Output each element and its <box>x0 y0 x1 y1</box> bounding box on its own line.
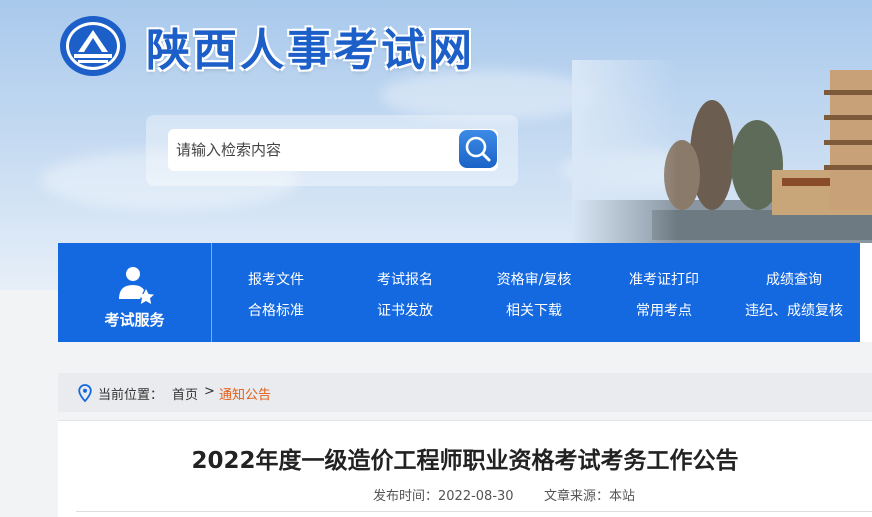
site-title: 陕西人事考试网 <box>146 25 475 76</box>
nav-link-violation-score-review[interactable]: 违纪、成绩复核 <box>745 300 843 320</box>
breadcrumb-separator: > <box>204 384 215 399</box>
nav-link-qualification-review[interactable]: 资格审/复核 <box>497 269 572 289</box>
exam-service-label: 考试服务 <box>104 311 165 329</box>
search-input[interactable] <box>168 129 498 171</box>
nav-link-application-documents[interactable]: 报考文件 <box>248 269 304 289</box>
location-pin-icon <box>78 384 92 402</box>
nav-link-admission-ticket-print[interactable]: 准考证打印 <box>629 269 699 289</box>
search-button[interactable] <box>459 130 497 168</box>
article-publish-time: 发布时间：2022-08-30 <box>373 489 514 504</box>
nav-link-exam-venues[interactable]: 常用考点 <box>636 300 692 320</box>
article-title: 2022年度一级造价工程师职业资格考试考务工作公告 <box>191 448 739 474</box>
exam-service-nav: 考试服务 报考文件 考试报名 资格审/复核 准考证打印 成绩查询 合格标准 证书… <box>58 243 872 342</box>
nav-link-score-query[interactable]: 成绩查询 <box>766 269 822 289</box>
divider <box>76 511 872 512</box>
nav-link-exam-registration[interactable]: 考试报名 <box>377 269 433 289</box>
article-source: 文章来源：本站 <box>544 489 636 504</box>
article-panel: 2022年度一级造价工程师职业资格考试考务工作公告 发布时间：2022-08-3… <box>58 420 872 517</box>
nav-link-related-downloads[interactable]: 相关下载 <box>506 300 562 320</box>
search-icon <box>465 136 491 162</box>
breadcrumb-current-link[interactable]: 通知公告 <box>219 384 271 403</box>
exam-service-button[interactable]: 考试服务 <box>58 243 212 342</box>
nav-edge <box>860 243 872 342</box>
site-logo-icon <box>60 16 126 76</box>
pagoda-scenery-image <box>572 60 872 260</box>
breadcrumb-prefix: 当前位置： <box>98 388 164 403</box>
nav-link-certificate-issuance[interactable]: 证书发放 <box>377 300 433 320</box>
user-star-icon <box>119 267 154 304</box>
nav-link-passing-standard[interactable]: 合格标准 <box>248 300 304 320</box>
breadcrumb-home-link[interactable]: 首页 <box>172 384 198 403</box>
search-panel <box>146 115 518 186</box>
breadcrumb: 当前位置： 首页 > 通知公告 <box>58 373 872 412</box>
